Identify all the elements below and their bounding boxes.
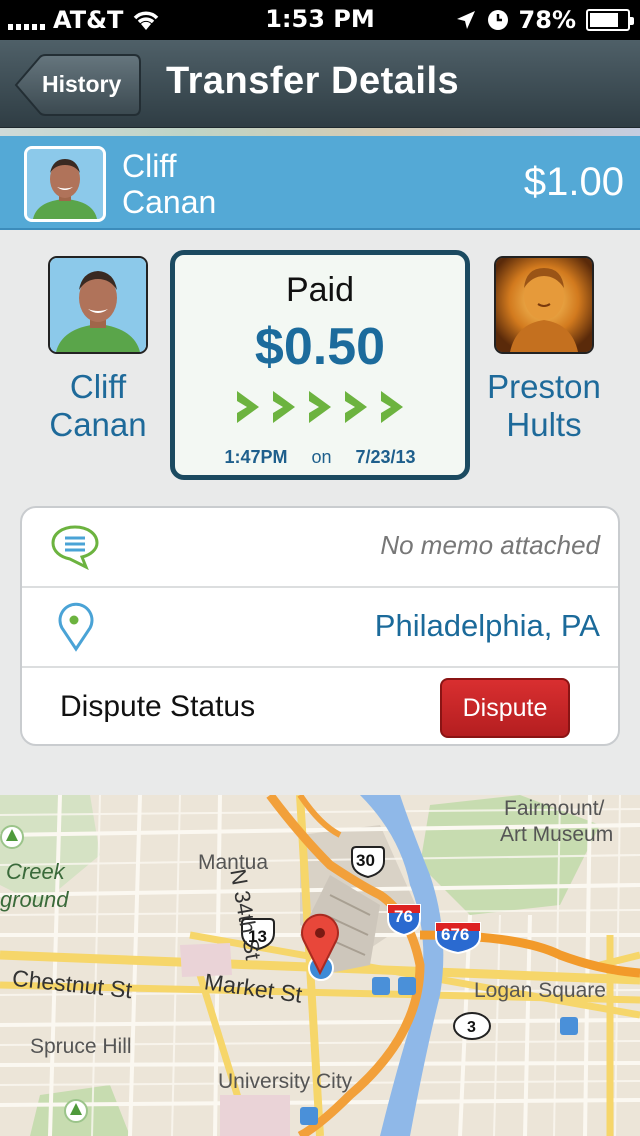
battery-percent: 78% xyxy=(518,6,576,34)
payment-status: Paid xyxy=(285,271,355,309)
page-title: Transfer Details xyxy=(166,60,460,102)
map-label-creek: Creek xyxy=(6,859,65,884)
sender-amount: $1.00 xyxy=(523,160,624,204)
chevron-right-icon xyxy=(309,391,331,423)
clock-icon xyxy=(487,10,508,30)
to-avatar[interactable] xyxy=(494,256,594,354)
payment-status-card: Paid $0.50 1:47PM on 7/23/13 xyxy=(170,250,470,480)
nav-divider xyxy=(0,128,640,136)
from-name: Cliff Canan xyxy=(49,368,147,443)
map-label-university: University City xyxy=(218,1070,353,1093)
location-map[interactable]: Fairmount/ Art Museum Mantua N 34th St C… xyxy=(0,795,640,1136)
transfer-direction-arrows xyxy=(233,389,407,425)
chevron-right-icon xyxy=(273,391,295,423)
chevron-right-icon xyxy=(345,391,367,423)
from-avatar[interactable] xyxy=(48,256,148,354)
speech-bubble-icon xyxy=(51,525,99,570)
location-pin-icon xyxy=(58,602,94,652)
to-name: Preston Hults xyxy=(487,368,601,443)
navigation-bar: History Transfer Details xyxy=(0,40,640,128)
dispute-status-label: Dispute Status xyxy=(60,690,256,723)
location-text: Philadelphia, PA xyxy=(374,608,600,643)
sender-name: Cliff Canan xyxy=(122,148,217,220)
dispute-button[interactable]: Dispute xyxy=(440,678,570,738)
sender-header: Cliff Canan $1.00 xyxy=(0,136,640,230)
map-label-logan: Logan Square xyxy=(474,979,606,1002)
payment-amount: $0.50 xyxy=(254,318,386,376)
sender-avatar[interactable] xyxy=(24,146,106,222)
battery-icon xyxy=(586,9,634,31)
route-76-label: 76 xyxy=(394,907,413,926)
chevron-right-icon xyxy=(237,391,259,423)
route-30-label: 30 xyxy=(356,851,375,870)
map-label-ground: ground xyxy=(0,887,69,912)
location-arrow-icon xyxy=(456,11,475,29)
map-label-fairmount: Fairmount/ xyxy=(504,797,605,820)
memo-text: No memo attached xyxy=(380,530,600,560)
memo-row[interactable]: No memo attached xyxy=(22,508,618,588)
map-label-art-museum: Art Museum xyxy=(500,823,614,846)
payment-timestamp: 1:47PM on 7/23/13 xyxy=(224,447,416,467)
history-back-button[interactable]: History xyxy=(14,54,142,116)
route-13-label: 13 xyxy=(248,927,267,946)
route-676-label: 676 xyxy=(441,925,470,944)
transfer-details-card: No memo attached Philadelphia, PA Disput… xyxy=(20,506,620,746)
chevron-right-icon xyxy=(381,391,403,423)
dispute-row: Dispute Status Dispute xyxy=(22,668,618,748)
map-label-spruce: Spruce Hill xyxy=(30,1035,132,1058)
route-3-label: 3 xyxy=(467,1019,476,1036)
location-row[interactable]: Philadelphia, PA xyxy=(22,588,618,668)
status-bar: AT&T 1:53 PM 78% xyxy=(0,0,640,40)
